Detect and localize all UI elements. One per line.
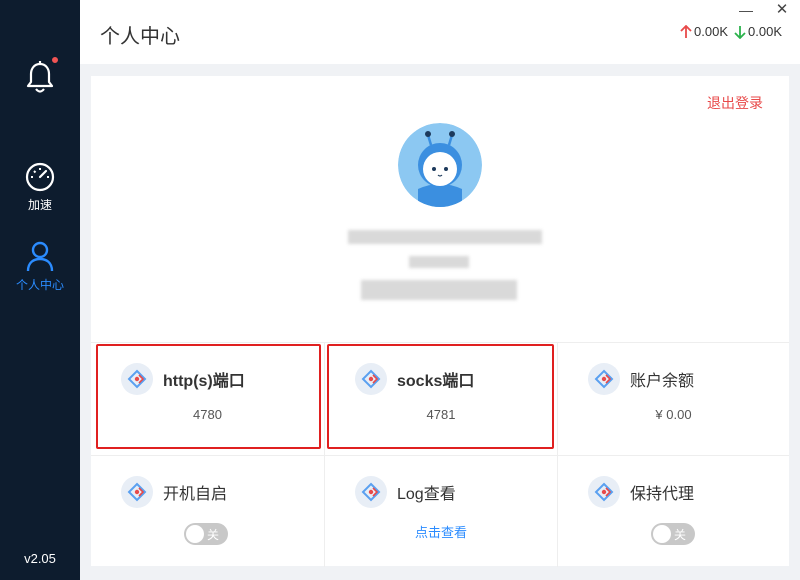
keep-proxy-toggle[interactable]: 关 — [651, 523, 695, 545]
notification-button[interactable] — [0, 60, 80, 96]
card-title: Log查看 — [397, 486, 456, 503]
card-balance: 账户余额 ¥ 0.00 — [557, 343, 789, 455]
bell-icon — [26, 61, 54, 93]
card-autostart: 开机自启 关 — [91, 455, 324, 567]
profile-panel: 退出登录 http(s)端口 4780 socks端口 4781 账户余额 ¥ … — [91, 76, 789, 567]
email-redacted — [361, 280, 517, 300]
proxy-icon — [588, 476, 620, 508]
toggle-knob — [186, 525, 204, 543]
card-title: 账户余额 — [630, 373, 695, 390]
proxy-icon — [588, 363, 620, 395]
speed-indicator: 0.00K 0.00K — [678, 24, 782, 39]
view-log-link[interactable]: 点击查看 — [325, 522, 557, 541]
card-title: 开机自启 — [163, 486, 228, 503]
proxy-icon — [121, 476, 153, 508]
highlight-box-http — [96, 344, 321, 449]
card-keep-proxy: 保持代理 关 — [557, 455, 789, 567]
sidebar-item-profile[interactable]: 个人中心 — [0, 240, 80, 293]
speedometer-icon — [25, 162, 55, 192]
card-value: ¥ 0.00 — [655, 407, 692, 422]
page-title: 个人中心 — [100, 26, 180, 48]
sidebar: 加速 个人中心 v2.05 — [0, 0, 80, 580]
logout-link[interactable]: 退出登录 — [707, 93, 763, 113]
proxy-icon — [355, 476, 387, 508]
sidebar-item-label: 个人中心 — [15, 278, 64, 292]
autostart-toggle[interactable]: 关 — [184, 523, 228, 545]
sidebar-item-speedup[interactable]: 加速 — [0, 160, 80, 213]
username-redacted — [348, 230, 542, 244]
sidebar-item-label: 加速 — [27, 198, 52, 212]
upload-speed: 0.00K — [694, 24, 729, 39]
toggle-state: 关 — [674, 528, 687, 542]
card-log: Log查看 点击查看 — [324, 455, 557, 567]
account-id-redacted — [409, 256, 469, 268]
card-title: 保持代理 — [630, 486, 695, 503]
avatar — [398, 123, 482, 207]
download-speed: 0.00K — [748, 24, 782, 39]
arrow-down-icon — [734, 25, 746, 39]
arrow-up-icon — [680, 24, 692, 38]
notification-badge — [51, 56, 59, 64]
toggle-knob — [653, 525, 671, 543]
close-button[interactable]: ✕ — [772, 0, 792, 20]
toggle-state: 关 — [207, 528, 220, 542]
highlight-box-socks — [327, 344, 554, 449]
version-label: v2.05 — [24, 551, 56, 566]
user-icon — [26, 241, 54, 272]
header: 个人中心 — ✕ 0.00K 0.00K — [80, 0, 800, 64]
minimize-button[interactable]: — — [736, 0, 756, 20]
